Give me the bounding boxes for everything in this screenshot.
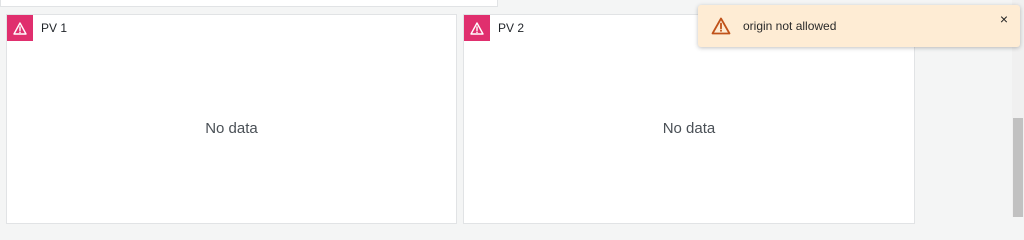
panel-pv-1: PV 1 No data bbox=[6, 14, 457, 224]
warning-icon bbox=[711, 17, 731, 35]
warning-icon bbox=[13, 21, 27, 35]
no-data-message: No data bbox=[205, 120, 258, 137]
top-panel-edge bbox=[0, 0, 498, 7]
scrollbar-thumb[interactable] bbox=[1013, 118, 1023, 217]
panel-title: PV 1 bbox=[41, 21, 68, 35]
panel-header: PV 1 bbox=[7, 15, 67, 41]
panel-title: PV 2 bbox=[498, 21, 525, 35]
toast-message: origin not allowed bbox=[743, 19, 837, 33]
no-data-message: No data bbox=[662, 120, 716, 137]
close-icon[interactable]: × bbox=[998, 12, 1010, 26]
panel-header: PV 2 bbox=[464, 15, 524, 41]
warning-icon bbox=[470, 21, 484, 35]
panel-warning-badge[interactable] bbox=[7, 15, 33, 41]
error-toast: origin not allowed × bbox=[698, 5, 1020, 47]
panel-warning-badge[interactable] bbox=[464, 15, 490, 41]
